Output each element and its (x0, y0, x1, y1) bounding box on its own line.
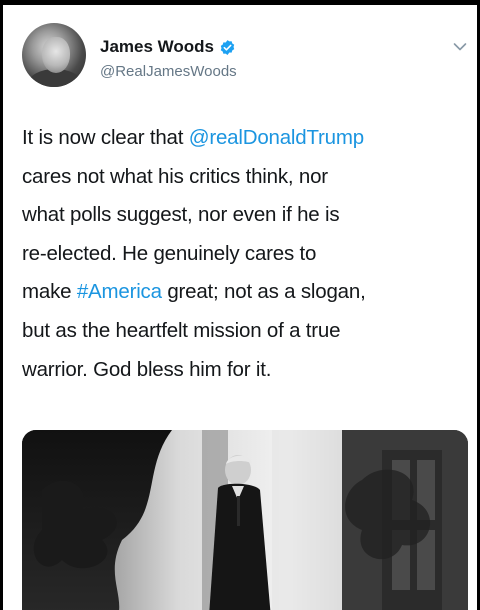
tweet-text-line: but as the heartfelt mission of a true (22, 318, 341, 342)
mention-link[interactable]: @realDonaldTrump (189, 126, 364, 149)
hashtag-link[interactable]: #America (77, 280, 162, 303)
author-display-name[interactable]: James Woods (100, 37, 214, 57)
tweet-text-line: what polls suggest, nor even if he is (22, 203, 340, 227)
tweet-text-line: warrior. God bless him for it. (22, 357, 272, 381)
tweet-text-line: make #America great; not as a slogan, (22, 280, 366, 304)
tweet-text: It is now clear that @realDonaldTrump ca… (22, 119, 474, 389)
tweet-media-photo[interactable] (22, 430, 468, 610)
author-avatar[interactable] (22, 23, 86, 87)
tweet-text-line: cares not what his critics think, nor (22, 164, 328, 188)
author-handle[interactable]: @RealJamesWoods (100, 63, 237, 80)
tweet-card[interactable]: James Woods @RealJamesWoods It is now cl… (3, 5, 477, 610)
photo-scene (22, 430, 468, 610)
verified-badge-icon (220, 39, 235, 55)
avatar-face (42, 37, 70, 73)
author-name-row[interactable]: James Woods (100, 37, 236, 57)
tweet-text-line: It is now clear that @realDonaldTrump (22, 126, 364, 149)
chevron-down-icon[interactable] (453, 42, 467, 52)
tweet-text-line: re-elected. He genuinely cares to (22, 241, 317, 265)
